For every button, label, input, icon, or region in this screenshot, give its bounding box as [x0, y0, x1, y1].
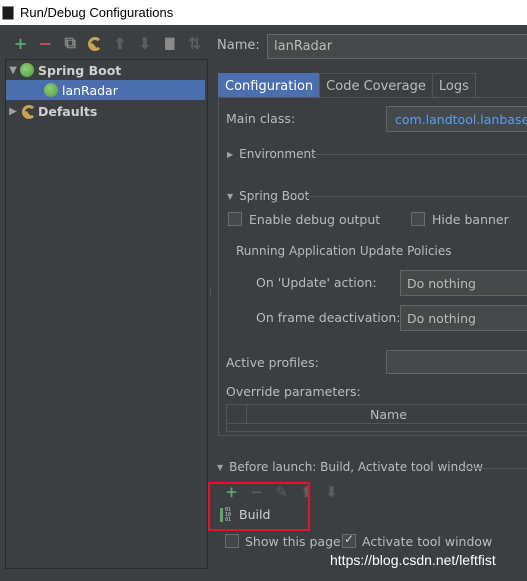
hide-banner-label[interactable]: Hide banner — [432, 212, 509, 227]
active-profiles-label: Active profiles: — [226, 355, 319, 370]
update-policies-label: Running Application Update Policies — [236, 244, 452, 258]
spring-boot-section-label: Spring Boot — [239, 189, 310, 203]
table-header-handle — [227, 405, 247, 424]
spring-boot-run-icon — [44, 83, 58, 97]
table-header: Name — [227, 405, 527, 424]
divider — [460, 468, 527, 469]
configurations-tree: ▼ Spring Boot lanRadar ▶ Defaults — [5, 59, 208, 569]
main-class-label: Main class: — [226, 111, 296, 126]
window-titlebar: Run/Debug Configurations — [0, 0, 527, 25]
show-this-page-label[interactable]: Show this page — [245, 534, 341, 549]
wrench-icon — [86, 36, 103, 51]
environment-label: Environment — [239, 147, 316, 161]
enable-debug-label[interactable]: Enable debug output — [249, 212, 380, 227]
spring-boot-section[interactable]: ▼ Spring Boot — [227, 189, 309, 203]
tree-item-spring-boot[interactable]: ▼ Spring Boot — [6, 60, 121, 80]
main-class-field[interactable]: com.landtool.lanbase.L — [386, 106, 527, 132]
name-column-header[interactable]: Name — [247, 405, 527, 423]
on-update-select[interactable]: Do nothing — [400, 270, 527, 296]
configurations-toolbar: + − ⧉ ⬆ ⬇ ▇ ⇅ — [0, 25, 207, 61]
move-down-button[interactable]: ⬇ — [132, 33, 157, 53]
remove-button[interactable]: − — [33, 33, 58, 53]
app-icon — [2, 5, 14, 20]
show-this-page-checkbox[interactable] — [225, 534, 239, 548]
tree-item-lanradar[interactable]: lanRadar — [6, 80, 205, 100]
tree-item-label: Defaults — [38, 103, 98, 119]
before-launch-section[interactable]: ▼ Before launch: Build, Activate tool wi… — [217, 460, 483, 474]
tree-item-label: Spring Boot — [38, 62, 122, 78]
on-update-label: On 'Update' action: — [256, 275, 377, 290]
edit-defaults-button[interactable] — [83, 33, 108, 53]
on-frame-deactivation-select[interactable]: Do nothing — [400, 305, 527, 331]
config-tabs: Configuration Code Coverage Logs — [218, 73, 476, 98]
tab-code-coverage[interactable]: Code Coverage — [319, 73, 433, 98]
collapse-arrow-icon[interactable]: ▶ — [6, 106, 20, 117]
move-up-button[interactable]: ⬆ — [108, 33, 133, 53]
folder-button[interactable]: ▇ — [157, 33, 182, 53]
override-parameters-label: Override parameters: — [226, 384, 361, 399]
divider — [305, 196, 527, 197]
tab-configuration[interactable]: Configuration — [218, 73, 321, 98]
enable-debug-checkbox[interactable] — [228, 212, 242, 226]
on-frame-deactivation-label: On frame deactivation: — [256, 310, 401, 325]
splitter-handle[interactable]: ⋮ ⋮ — [206, 288, 215, 301]
activate-tool-window-label[interactable]: Activate tool window — [362, 534, 492, 549]
activate-tool-window-checkbox[interactable] — [342, 532, 356, 548]
expanded-arrow-icon: ▼ — [217, 462, 224, 472]
add-button[interactable]: + — [8, 33, 33, 53]
collapsed-arrow-icon: ▶ — [227, 149, 234, 159]
hide-banner-checkbox[interactable] — [411, 212, 425, 226]
divider — [310, 154, 527, 155]
name-label: Name: — [217, 38, 260, 53]
highlight-annotation — [208, 482, 310, 531]
tree-item-label: lanRadar — [62, 82, 118, 98]
move-task-down-button[interactable]: ⬇ — [320, 483, 343, 501]
expanded-arrow-icon: ▼ — [227, 191, 234, 201]
expand-arrow-icon[interactable]: ▼ — [6, 65, 20, 76]
watermark: https://blog.csdn.net/leftfist — [330, 552, 496, 568]
tab-logs[interactable]: Logs — [431, 73, 476, 98]
environment-section[interactable]: ▶ Environment — [227, 147, 316, 161]
before-launch-label: Before launch: Build, Activate tool wind… — [229, 460, 483, 474]
tree-item-defaults[interactable]: ▶ Defaults — [6, 101, 97, 121]
active-profiles-input[interactable] — [386, 350, 527, 374]
window-title: Run/Debug Configurations — [20, 5, 174, 20]
spring-boot-icon — [20, 63, 34, 77]
sort-button[interactable]: ⇅ — [182, 33, 207, 53]
override-parameters-table[interactable]: Name — [226, 404, 527, 432]
defaults-wrench-icon — [20, 104, 36, 119]
name-input[interactable]: lanRadar — [267, 34, 527, 59]
copy-button[interactable]: ⧉ — [58, 33, 83, 53]
